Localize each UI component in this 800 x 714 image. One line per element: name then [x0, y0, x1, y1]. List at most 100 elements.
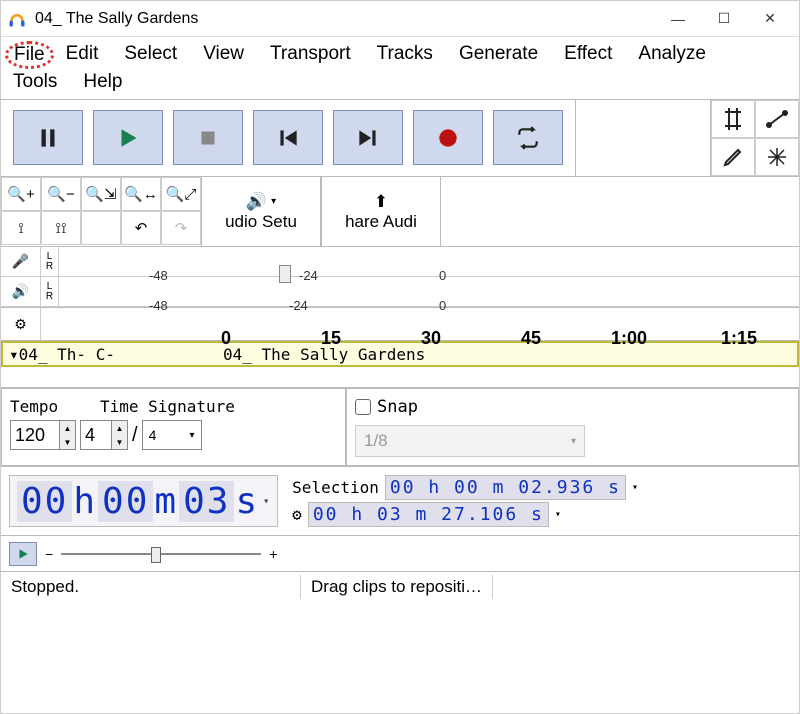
timeline-settings-button[interactable]: ⚙ — [1, 308, 41, 340]
snap-label: Snap — [377, 397, 418, 417]
microphone-icon: 🎤 — [1, 247, 41, 276]
menu-edit[interactable]: Edit — [62, 41, 113, 69]
trim-outside-button[interactable]: ⟟ — [1, 211, 41, 245]
menu-generate[interactable]: Generate — [455, 41, 552, 69]
transport-toolbar — [1, 99, 799, 176]
unit-m: m — [154, 481, 178, 522]
skip-end-button[interactable] — [333, 110, 403, 165]
timeline-tick: 0 — [221, 328, 231, 349]
menu-help[interactable]: Help — [79, 69, 139, 95]
minimize-button[interactable]: ― — [655, 4, 701, 34]
menu-tracks[interactable]: Tracks — [373, 41, 447, 69]
tempo-down[interactable]: ▼ — [59, 435, 75, 449]
timeline-tick: 1:15 — [721, 328, 757, 349]
close-button[interactable]: ✕ — [747, 4, 793, 34]
tempo-input[interactable]: ▲▼ — [10, 420, 76, 450]
snap-panel: Snap 1/8 ▾ — [346, 388, 799, 466]
share-icon: ⬆ — [374, 192, 388, 212]
playback-speed-slider[interactable] — [61, 544, 261, 564]
selection-tool[interactable] — [711, 100, 755, 138]
slider-thumb[interactable] — [151, 547, 161, 563]
menu-view[interactable]: View — [199, 41, 258, 69]
timeline-tick: 1:00 — [611, 328, 647, 349]
tempo-field[interactable] — [11, 423, 59, 448]
track-clip[interactable]: ▾04_ Th- C- 04_ The Sally Gardens — [1, 341, 799, 367]
menu-file[interactable]: File — [5, 41, 54, 69]
share-audio-button[interactable]: ⬆ hare Audi — [321, 177, 441, 246]
tempo-up[interactable]: ▲ — [59, 421, 75, 435]
timesig-slash: / — [132, 424, 138, 447]
play-button[interactable] — [93, 110, 163, 165]
playback-meter[interactable]: 🔊 LR -48 -24 0 — [1, 277, 799, 307]
secondary-toolbar: 🔍+ 🔍− 🔍⇲ 🔍↔ 🔍⤢ ⟟ ⟟⟟ ↶ ↷ 🔊▾ udio Setu ⬆ h… — [1, 176, 799, 246]
ts-num-down[interactable]: ▼ — [111, 435, 127, 449]
recording-meter[interactable]: 🎤 LR -48 -24 0 — [1, 247, 799, 277]
play-at-speed-toolbar: − + — [1, 535, 799, 571]
pos-hours: 00 — [17, 481, 72, 522]
timeline-ruler[interactable]: ⚙ 0 15 30 45 1:00 1:15 — [1, 307, 799, 341]
envelope-tool[interactable] — [755, 100, 799, 138]
audio-setup-button[interactable]: 🔊▾ udio Setu — [201, 177, 321, 246]
zoom-in-button[interactable]: 🔍+ — [1, 177, 41, 211]
selection-end[interactable]: 00 h 03 m 27.106 s — [308, 502, 549, 527]
meter-tick: -24 — [289, 298, 308, 313]
chevron-down-icon: ▾ — [190, 430, 195, 441]
meter-tick: 0 — [439, 268, 446, 283]
zoom-out-button[interactable]: 🔍− — [41, 177, 81, 211]
redo-button[interactable]: ↷ — [161, 211, 201, 245]
slider-plus: + — [269, 546, 277, 562]
skip-start-button[interactable] — [253, 110, 323, 165]
undo-button[interactable]: ↶ — [121, 211, 161, 245]
selection-label: Selection — [292, 478, 379, 497]
menu-select[interactable]: Select — [120, 41, 191, 69]
fit-selection-button[interactable]: 🔍⇲ — [81, 177, 121, 211]
multi-tool[interactable] — [755, 138, 799, 176]
timesig-numerator[interactable]: ▲▼ — [80, 420, 128, 450]
ts-num-up[interactable]: ▲ — [111, 421, 127, 435]
status-state: Stopped. — [1, 575, 301, 599]
timesig-label: Time Signature — [100, 397, 235, 416]
meter-slider-handle[interactable] — [279, 265, 291, 283]
title-bar: 04_ The Sally Gardens ― ☐ ✕ — [1, 1, 799, 37]
meters: 🎤 LR -48 -24 0 🔊 LR -48 -24 0 — [1, 246, 799, 307]
record-button[interactable] — [413, 110, 483, 165]
draw-tool[interactable] — [711, 138, 755, 176]
timesig-num-field[interactable] — [81, 423, 111, 448]
menu-effect[interactable]: Effect — [560, 41, 626, 69]
window-title: 04_ The Sally Gardens — [35, 10, 198, 28]
speaker-icon: 🔊 — [246, 192, 267, 212]
snap-checkbox[interactable] — [355, 399, 371, 415]
menu-transport[interactable]: Transport — [266, 41, 365, 69]
selection-settings-button[interactable]: ⚙ — [292, 505, 302, 524]
chevron-down-icon[interactable]: ▾ — [263, 496, 271, 507]
snap-value-combo[interactable]: 1/8 ▾ — [355, 425, 585, 457]
pos-seconds: 03 — [179, 481, 234, 522]
maximize-button[interactable]: ☐ — [701, 4, 747, 34]
loop-button[interactable] — [493, 110, 563, 165]
status-hint: Drag clips to repositi… — [301, 575, 493, 599]
spacer-cell — [81, 211, 121, 245]
selection-panel: Selection 00 h 00 m 02.936 s▾ ⚙ 00 h 03 … — [286, 467, 799, 535]
fit-project-button[interactable]: 🔍↔ — [121, 177, 161, 211]
timeline-tick: 30 — [421, 328, 441, 349]
selection-start[interactable]: 00 h 00 m 02.936 s — [385, 475, 626, 500]
unit-s: s — [235, 481, 259, 522]
silence-selection-button[interactable]: ⟟⟟ — [41, 211, 81, 245]
audio-setup-label: udio Setu — [225, 212, 297, 232]
play-at-speed-button[interactable] — [9, 542, 37, 566]
menu-bar: File Edit Select View Transport Tracks G… — [1, 37, 799, 99]
track-control-panel[interactable]: ▾04_ Th- C- — [3, 345, 223, 364]
unit-h: h — [73, 481, 97, 522]
meter-tick: -48 — [149, 268, 168, 283]
zoom-toggle-button[interactable]: 🔍⤢ — [161, 177, 201, 211]
menu-tools[interactable]: Tools — [9, 69, 71, 95]
status-bar: Stopped. Drag clips to repositi… — [1, 571, 799, 601]
timesig-den-value: 4 — [149, 427, 157, 443]
tempo-label: Tempo — [10, 397, 100, 416]
pause-button[interactable] — [13, 110, 83, 165]
audio-position-display[interactable]: 00 h 00 m 03 s ▾ — [9, 475, 278, 527]
app-icon — [7, 9, 27, 29]
menu-analyze[interactable]: Analyze — [634, 41, 720, 69]
stop-button[interactable] — [173, 110, 243, 165]
timesig-denominator[interactable]: 4 ▾ — [142, 420, 202, 450]
